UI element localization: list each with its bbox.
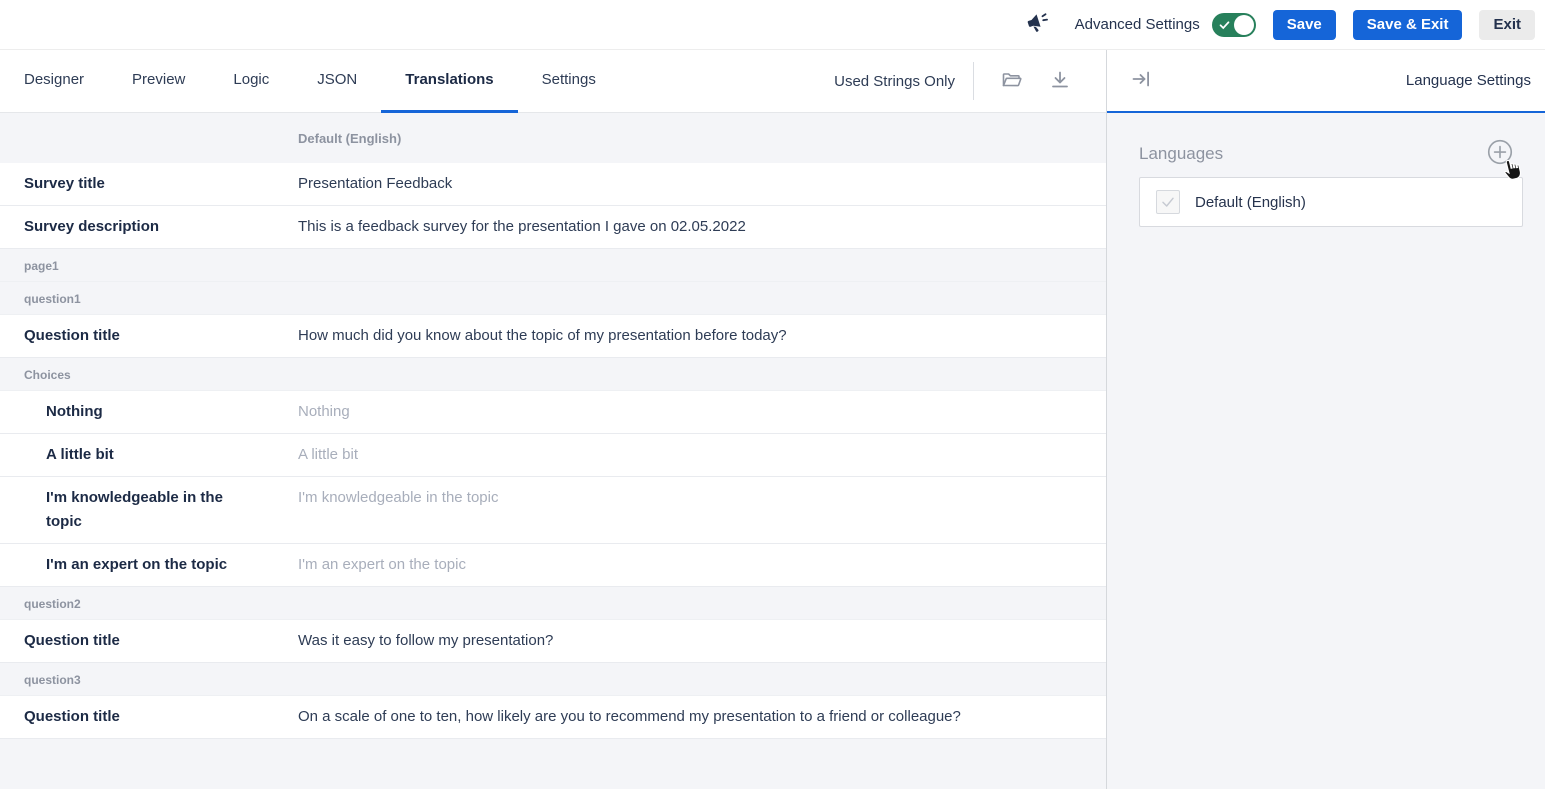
translation-value-input[interactable]: A little bit	[274, 434, 1106, 476]
translation-value-input[interactable]: Was it easy to follow my presentation?	[274, 620, 1106, 662]
tab-bar-tabs: DesignerPreviewLogicJSONTranslationsSett…	[0, 50, 620, 112]
translation-value-input[interactable]: I'm knowledgeable in the topic	[274, 477, 1106, 519]
exit-button[interactable]: Exit	[1479, 10, 1535, 40]
translation-row: NothingNothing	[0, 391, 1106, 434]
content-area: DesignerPreviewLogicJSONTranslationsSett…	[0, 50, 1545, 789]
translation-string-label: Survey description	[0, 206, 274, 248]
tab-bar: DesignerPreviewLogicJSONTranslationsSett…	[0, 50, 1106, 113]
language-item-label: Default (English)	[1195, 194, 1306, 211]
group-row: question3	[0, 663, 1106, 696]
translation-string-label: Question title	[0, 696, 274, 738]
tab-settings[interactable]: Settings	[518, 50, 620, 112]
save-button[interactable]: Save	[1273, 10, 1336, 40]
export-csv-button[interactable]	[1036, 68, 1084, 95]
check-icon	[1218, 19, 1231, 31]
translations-toolbar: Used Strings Only	[834, 50, 1106, 112]
advanced-settings-label: Advanced Settings	[1075, 16, 1200, 33]
folder-icon	[1000, 68, 1024, 95]
tab-designer[interactable]: Designer	[0, 50, 108, 112]
top-toolbar: Advanced Settings Save Save & Exit Exit	[0, 0, 1545, 50]
megaphone-icon	[1024, 10, 1051, 39]
table-header-row: Default (English)	[0, 113, 1106, 163]
translation-string-label: Question title	[0, 315, 274, 357]
translation-row: I'm knowledgeable in the topicI'm knowle…	[0, 477, 1106, 544]
translation-row: Question titleOn a scale of one to ten, …	[0, 696, 1106, 739]
language-list: Default (English)	[1139, 177, 1523, 227]
translation-value-input[interactable]: I'm an expert on the topic	[274, 544, 1106, 586]
translation-row: Survey titlePresentation Feedback	[0, 163, 1106, 206]
translation-row: Survey descriptionThis is a feedback sur…	[0, 206, 1106, 249]
tab-preview[interactable]: Preview	[108, 50, 209, 112]
tab-logic[interactable]: Logic	[209, 50, 293, 112]
collapse-panel-button[interactable]	[1129, 67, 1154, 94]
translation-string-label: I'm an expert on the topic	[0, 544, 274, 586]
download-icon	[1048, 68, 1072, 95]
toolbar-divider	[973, 62, 974, 100]
sidebar-body: Languages Default (English)	[1107, 113, 1545, 227]
locale-column-header: Default (English)	[274, 117, 1106, 160]
translation-value-input[interactable]: Presentation Feedback	[274, 163, 1106, 205]
translation-string-label: Survey title	[0, 163, 274, 205]
advanced-settings-toggle[interactable]	[1212, 13, 1256, 37]
translation-value-input[interactable]: On a scale of one to ten, how likely are…	[274, 696, 1106, 738]
translation-value-input[interactable]: Nothing	[274, 391, 1106, 433]
tab-translations[interactable]: Translations	[381, 50, 517, 112]
tab-json[interactable]: JSON	[293, 50, 381, 112]
language-item[interactable]: Default (English)	[1140, 178, 1522, 226]
language-checkbox[interactable]	[1156, 190, 1180, 214]
translation-value-input[interactable]: How much did you know about the topic of…	[274, 315, 1106, 357]
used-strings-only-button[interactable]: Used Strings Only	[834, 73, 955, 90]
languages-header-row: Languages	[1139, 139, 1523, 168]
import-csv-button[interactable]	[988, 68, 1036, 95]
translation-row: Question titleHow much did you know abou…	[0, 315, 1106, 358]
translation-row: Question titleWas it easy to follow my p…	[0, 620, 1106, 663]
translation-string-label: I'm knowledgeable in the topic	[0, 477, 274, 543]
translation-string-label: Question title	[0, 620, 274, 662]
add-language-button[interactable]	[1487, 139, 1513, 168]
group-row: page1	[0, 249, 1106, 282]
translation-row: I'm an expert on the topicI'm an expert …	[0, 544, 1106, 587]
sidebar-title: Language Settings	[1406, 72, 1531, 89]
arrow-to-bar-icon	[1129, 67, 1154, 94]
translation-table: Default (English) Survey titlePresentati…	[0, 113, 1106, 789]
sidebar-header: Language Settings	[1107, 50, 1545, 113]
announcement-button[interactable]	[1024, 10, 1051, 39]
save-and-exit-button[interactable]: Save & Exit	[1353, 10, 1463, 40]
translation-string-label: A little bit	[0, 434, 274, 476]
group-row: question1	[0, 282, 1106, 315]
main-panel: DesignerPreviewLogicJSONTranslationsSett…	[0, 50, 1106, 789]
toggle-knob	[1234, 15, 1254, 35]
plus-circle-icon	[1487, 139, 1513, 168]
languages-title: Languages	[1139, 144, 1223, 164]
header-spacer	[0, 129, 274, 147]
group-row: Choices	[0, 358, 1106, 391]
translation-value-input[interactable]: This is a feedback survey for the presen…	[274, 206, 1106, 248]
translation-string-label: Nothing	[0, 391, 274, 433]
check-icon	[1160, 194, 1176, 210]
translation-row: A little bitA little bit	[0, 434, 1106, 477]
group-row: question2	[0, 587, 1106, 620]
language-settings-sidebar: Language Settings Languages Default (Eng…	[1106, 50, 1545, 789]
